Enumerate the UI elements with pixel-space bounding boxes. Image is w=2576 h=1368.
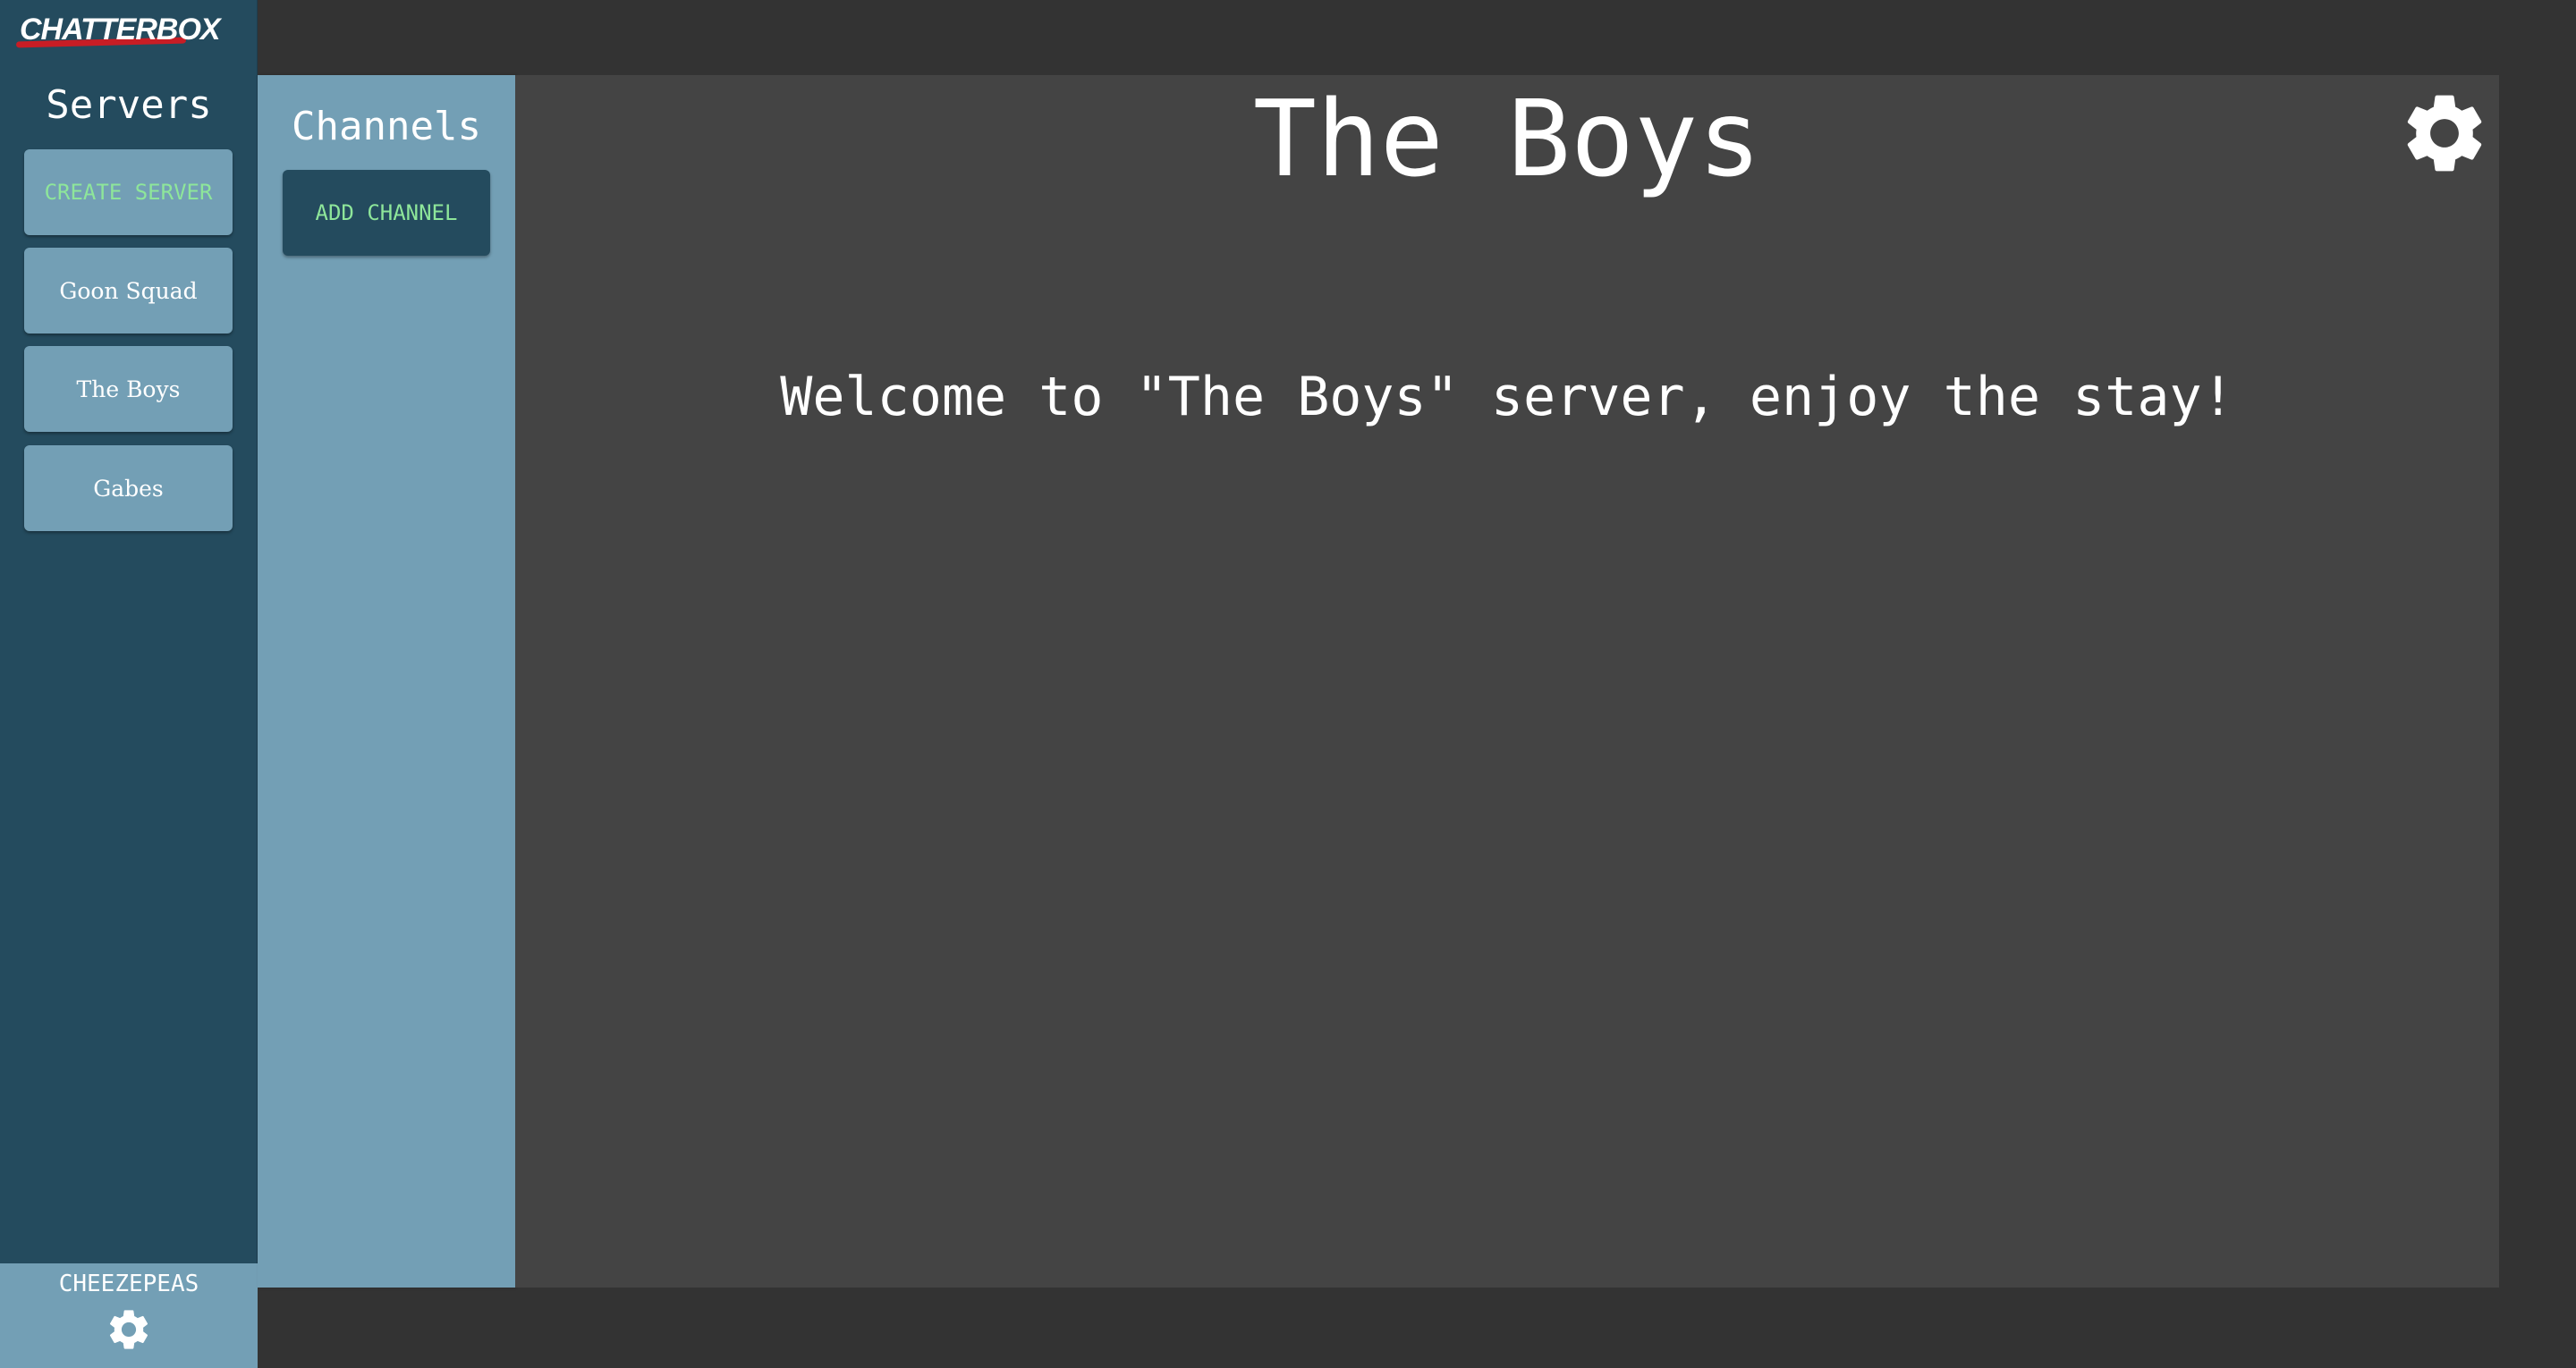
app-root: CHATTERBOX Servers CREATE SERVER Goon Sq… bbox=[0, 0, 2576, 1368]
server-item-the-boys[interactable]: The Boys bbox=[24, 346, 233, 432]
server-title: The Boys bbox=[1252, 77, 1762, 200]
user-settings-gear-icon[interactable] bbox=[105, 1305, 153, 1354]
server-settings-gear-icon[interactable] bbox=[2397, 86, 2492, 181]
add-channel-button[interactable]: ADD CHANNEL bbox=[283, 170, 490, 256]
username: CHEEZEPEAS bbox=[58, 1271, 199, 1297]
channels-heading: Channels bbox=[292, 104, 481, 149]
channel-sidebar bbox=[258, 75, 515, 1288]
server-item-gabes[interactable]: Gabes bbox=[24, 445, 233, 531]
servers-heading: Servers bbox=[46, 82, 212, 128]
welcome-message: Welcome to "The Boys" server, enjoy the … bbox=[780, 366, 2234, 428]
app-logo[interactable]: CHATTERBOX bbox=[20, 9, 221, 50]
create-server-button[interactable]: CREATE SERVER bbox=[24, 149, 233, 235]
main-content bbox=[515, 75, 2499, 1288]
server-item-goon-squad[interactable]: Goon Squad bbox=[24, 248, 233, 334]
